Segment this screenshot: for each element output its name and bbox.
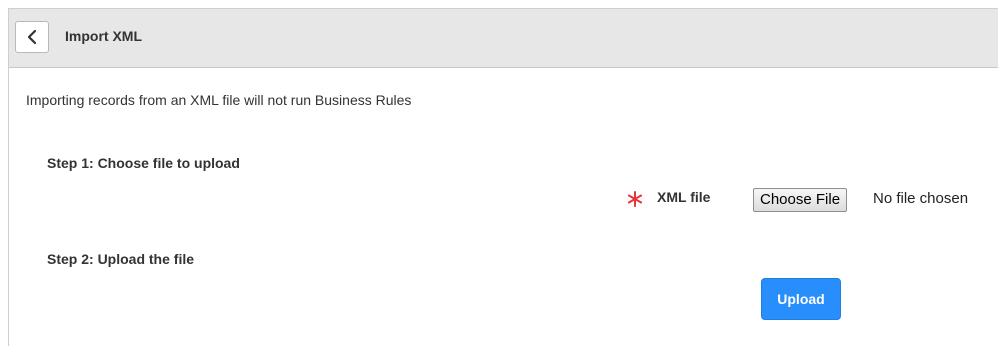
upload-button[interactable]: Upload xyxy=(761,278,841,320)
chevron-left-icon xyxy=(25,29,39,45)
page-title: Import XML xyxy=(65,28,142,44)
asterisk-icon xyxy=(625,189,645,209)
business-rules-notice: Importing records from an XML file will … xyxy=(26,92,412,108)
header-bar: Import XML xyxy=(9,9,998,68)
back-button[interactable] xyxy=(15,21,49,53)
import-xml-panel: Import XML Importing records from an XML… xyxy=(8,8,998,346)
choose-file-button[interactable]: Choose File xyxy=(753,188,848,212)
step-1-label: Step 1: Choose file to upload xyxy=(47,155,240,171)
step-2-label: Step 2: Upload the file xyxy=(47,251,195,267)
file-status-text: No file chosen xyxy=(873,190,969,207)
xml-file-label: XML file xyxy=(657,189,711,205)
